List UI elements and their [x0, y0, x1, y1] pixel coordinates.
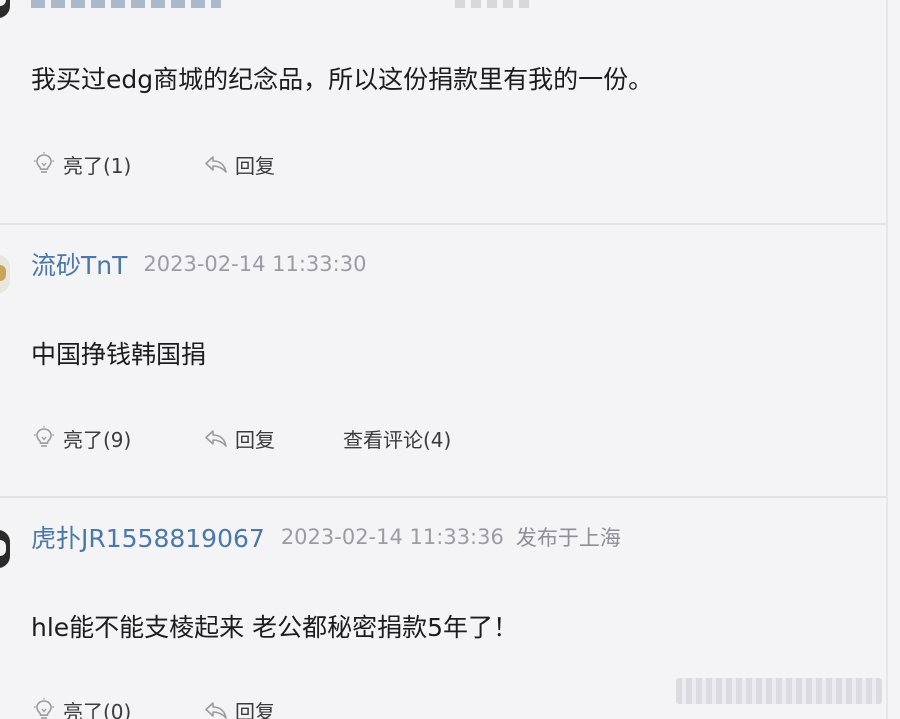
reply-label: 回复: [235, 699, 275, 719]
comment-actions: 亮了(0) 回复: [31, 694, 343, 719]
like-label: 亮了(1): [63, 153, 132, 178]
reply-button[interactable]: 回复: [203, 150, 343, 179]
reply-arrow-icon: [205, 430, 227, 447]
comment-text: 中国挣钱韩国捐: [31, 340, 207, 369]
scroll-edge: [886, 0, 888, 719]
lightbulb-icon: [34, 698, 54, 719]
avatar[interactable]: [0, 255, 10, 293]
comment-text: hle能不能支棱起来 老公都秘密捐款5年了！: [31, 613, 519, 642]
like-label: 亮了(0): [63, 699, 132, 719]
comment-actions: 亮了(9) 回复 查看评论(4): [31, 422, 451, 454]
view-replies-button[interactable]: 查看评论(4): [343, 424, 451, 453]
comment-thread: 我买过edg商城的纪念品，所以这份捐款里有我的一份。 亮了(1) 回复 流砂Tn…: [0, 0, 900, 719]
lightbulb-icon: [34, 152, 54, 173]
comment-text: 我买过edg商城的纪念品，所以这份捐款里有我的一份。: [31, 65, 654, 94]
reply-label: 回复: [235, 153, 275, 178]
reply-arrow-icon: [205, 156, 227, 173]
reply-arrow-icon: [205, 702, 227, 719]
timestamp: 2023-02-14 11:33:30: [143, 252, 367, 276]
like-button[interactable]: 亮了(9): [31, 424, 203, 453]
lightbulb-icon: [34, 426, 54, 447]
username-cropped: [31, 0, 221, 8]
username[interactable]: 流砂TnT: [31, 246, 127, 282]
timestamp-cropped: [455, 0, 535, 8]
comment-actions: 亮了(1) 回复: [31, 148, 343, 180]
comment-item: 我买过edg商城的纪念品，所以这份捐款里有我的一份。 亮了(1) 回复: [0, 0, 900, 224]
timestamp: 2023-02-14 11:33:36: [280, 525, 504, 549]
avatar[interactable]: [0, 530, 10, 568]
comment-item: 流砂TnT 2023-02-14 11:33:30 中国挣钱韩国捐 亮了(9): [0, 225, 900, 495]
reply-button[interactable]: 回复: [203, 424, 343, 453]
like-button[interactable]: 亮了(1): [31, 150, 203, 179]
username[interactable]: 虎扑JR1558819067: [31, 519, 265, 555]
location-label: 发布于上海: [515, 526, 621, 550]
like-button[interactable]: 亮了(0): [31, 696, 203, 719]
view-replies-label: 查看评论(4): [343, 427, 452, 452]
comment-meta: 虎扑JR1558819067 2023-02-14 11:33:36 发布于上海: [31, 519, 621, 555]
avatar[interactable]: [0, 0, 10, 18]
reply-button[interactable]: 回复: [203, 696, 343, 719]
like-label: 亮了(9): [63, 427, 132, 452]
reply-label: 回复: [235, 427, 275, 452]
comment-meta: 流砂TnT 2023-02-14 11:33:30: [31, 246, 366, 282]
watermark: [676, 678, 882, 704]
